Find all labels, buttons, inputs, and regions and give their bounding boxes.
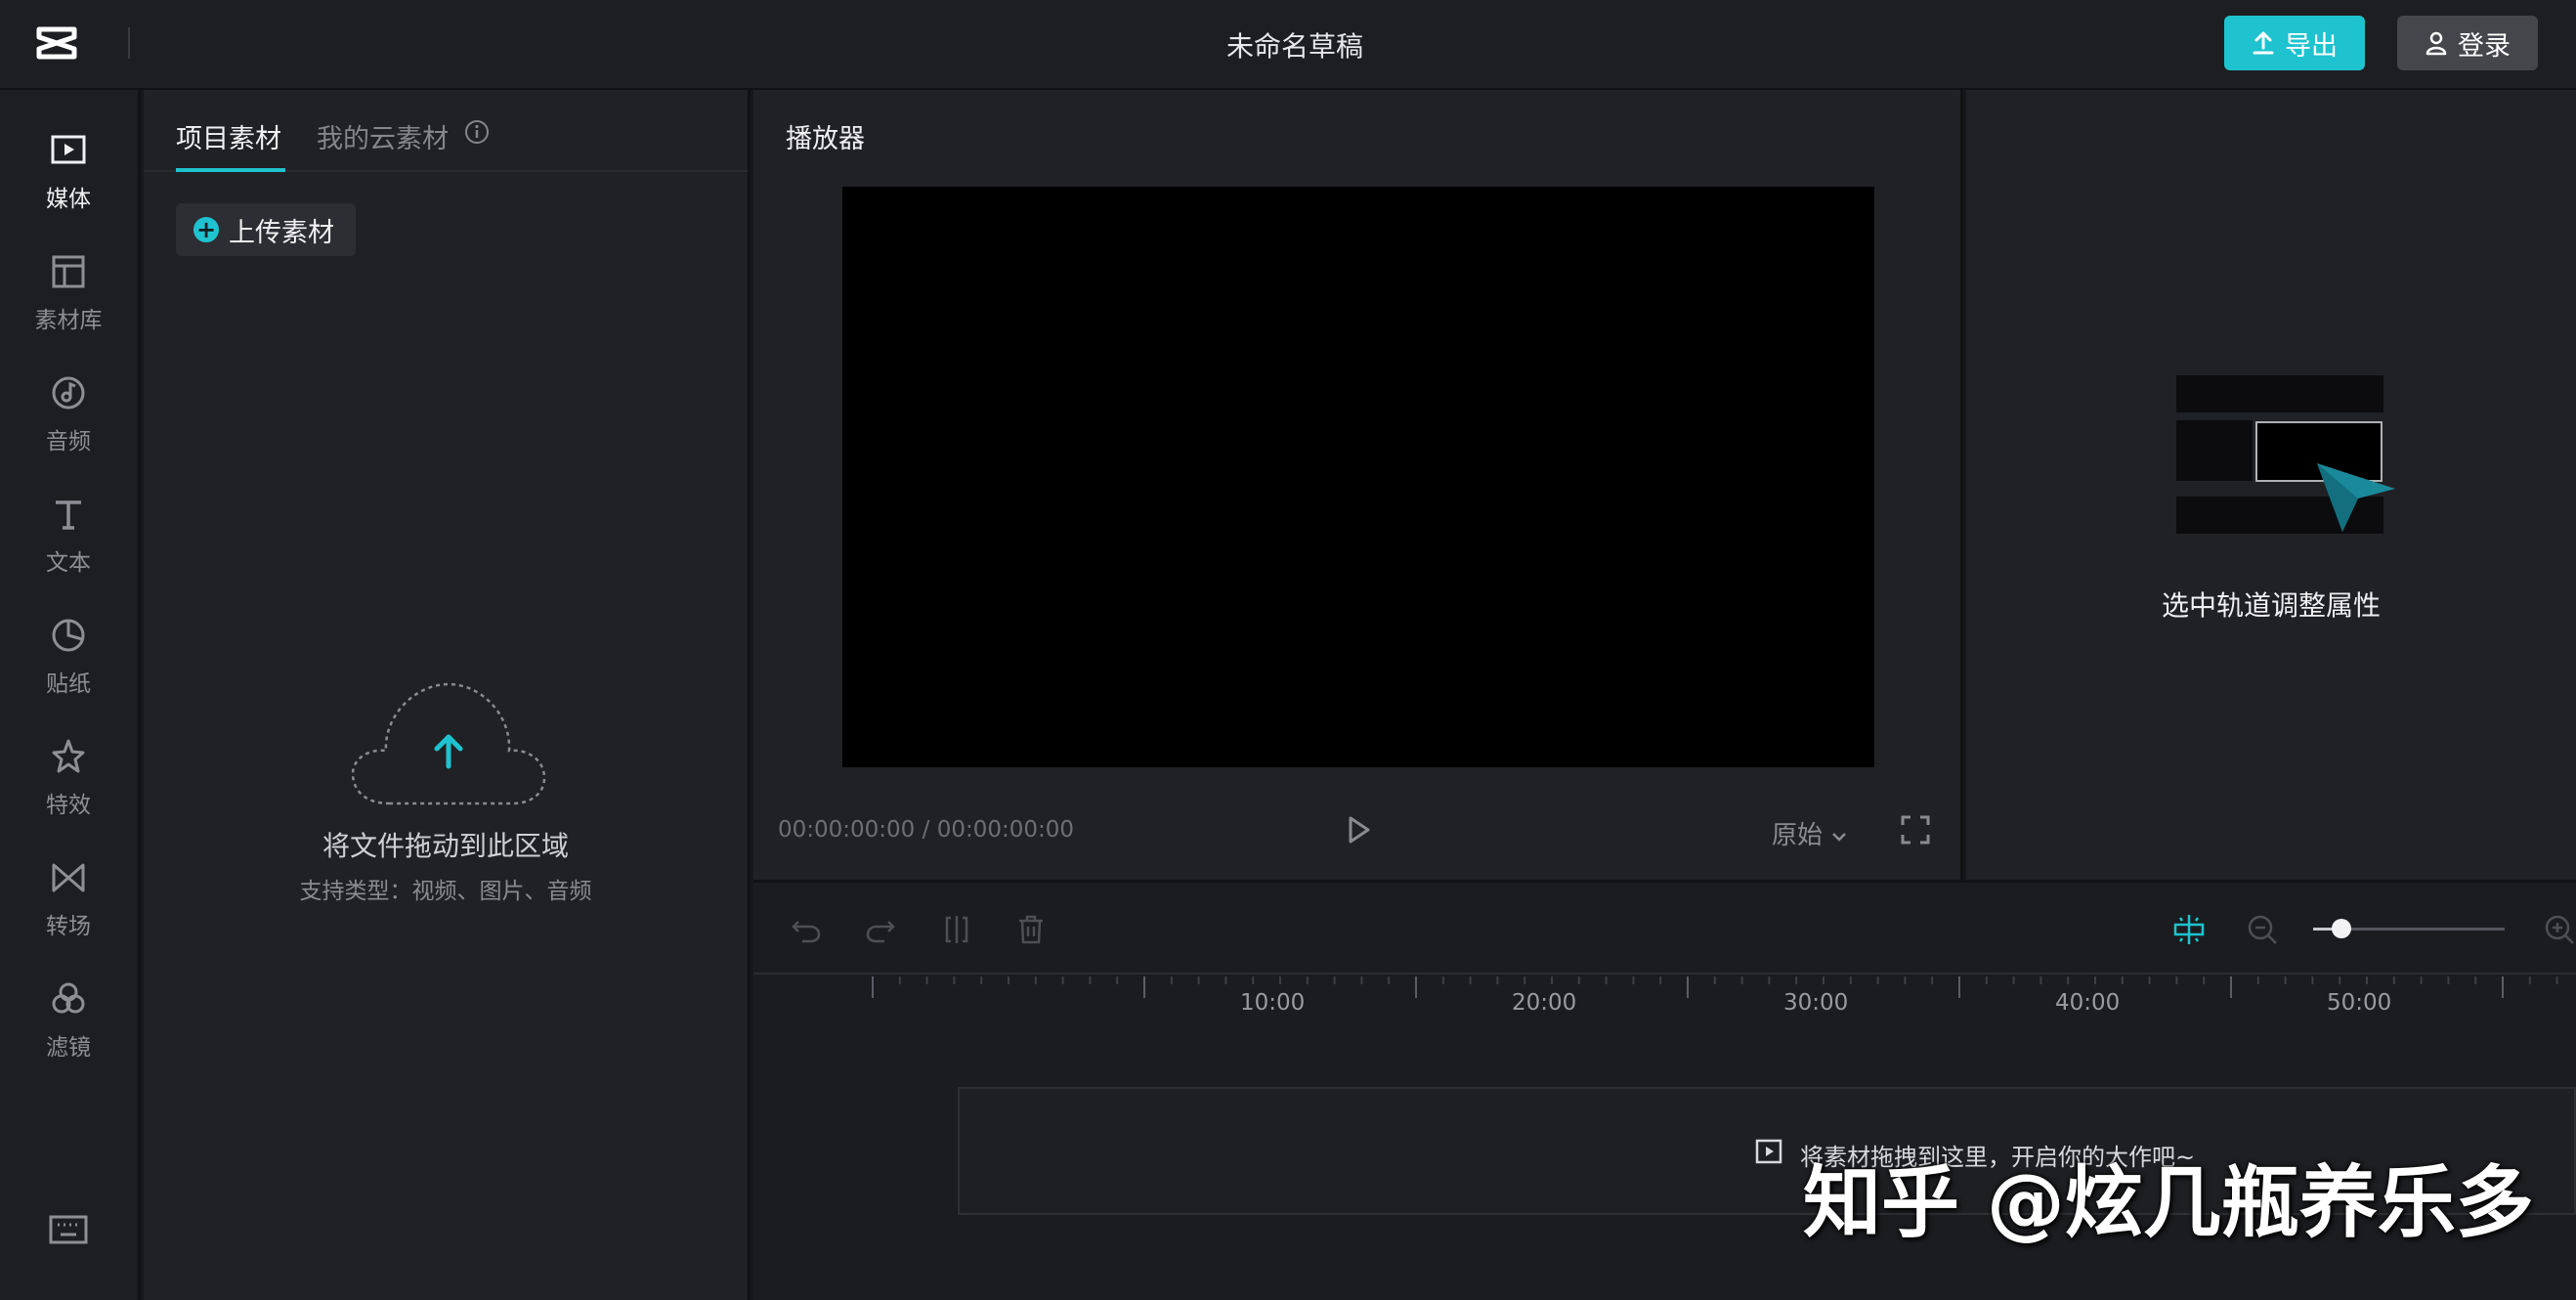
timeline-toolbar	[753, 883, 2576, 975]
logo-divider	[128, 27, 130, 59]
sidebar-item-text[interactable]: 文本	[0, 495, 137, 592]
select-track-illustration	[2176, 375, 2395, 534]
zoom-slider-handle[interactable]	[2332, 919, 2352, 938]
transition-icon	[52, 863, 85, 892]
keyboard-icon[interactable]	[49, 1214, 88, 1245]
tab-cloud-assets[interactable]: 我的云素材	[317, 117, 449, 155]
delete-icon[interactable]	[1013, 912, 1049, 947]
properties-panel: 选中轨道调整属性	[1966, 90, 2576, 880]
sidebar-item-label: 特效	[46, 793, 91, 818]
tab-project-assets[interactable]: 项目素材	[176, 117, 281, 155]
timeline-ruler[interactable]	[753, 976, 2576, 1016]
cloud-upload-icon[interactable]	[351, 676, 546, 807]
library-icon	[52, 255, 85, 288]
current-time: 00:00:00:00	[778, 817, 916, 843]
media-tabs: 项目素材 我的云素材	[144, 90, 748, 172]
timecode: 00:00:00:00 / 00:00:00:00	[778, 817, 1074, 843]
user-icon	[2426, 31, 2447, 56]
sidebar-item-label: 滤镜	[46, 1035, 91, 1061]
plus-icon: +	[193, 217, 219, 242]
media-icon	[51, 135, 86, 164]
app-logo-icon[interactable]	[35, 23, 82, 63]
drop-area-subtitle: 支持类型：视频、图片、音频	[299, 879, 592, 904]
ruler-label: 30:00	[1783, 990, 1849, 1016]
video-preview[interactable]	[842, 187, 1874, 767]
export-label: 导出	[2285, 30, 2338, 62]
media-icon	[1755, 1139, 1782, 1164]
player-title: 播放器	[786, 124, 865, 154]
sidebar-item-effects[interactable]: 特效	[0, 737, 137, 835]
aspect-ratio-select[interactable]: 原始	[1772, 815, 1848, 851]
ruler-label: 20:00	[1512, 990, 1577, 1016]
media-panel: 项目素材 我的云素材 + 上传素材 将文件拖动到此区域 支持类型：视频、图片、音…	[144, 90, 751, 1300]
redo-icon[interactable]	[863, 912, 898, 947]
drop-area-title: 将文件拖动到此区域	[322, 830, 569, 862]
sidebar-item-label: 媒体	[46, 187, 91, 212]
text-icon	[56, 500, 81, 530]
sidebar-item-audio[interactable]: 音频	[0, 373, 137, 471]
top-bar: 未命名草稿 导出 登录	[0, 0, 2576, 90]
sidebar-item-label: 转场	[46, 914, 91, 939]
effects-icon	[52, 739, 85, 773]
audio-icon	[52, 376, 85, 410]
sidebar-item-library[interactable]: 素材库	[0, 252, 137, 350]
ruler-label: 10:00	[1240, 990, 1306, 1016]
ruler-label: 50:00	[2327, 990, 2392, 1016]
ruler-label: 40:00	[2055, 990, 2121, 1016]
login-button[interactable]: 登录	[2397, 16, 2538, 70]
upload-arrow-icon	[2253, 31, 2274, 55]
active-tab-indicator	[176, 168, 285, 172]
login-label: 登录	[2458, 30, 2511, 62]
zoom-out-icon[interactable]	[2245, 912, 2280, 947]
chevron-down-icon	[1832, 833, 1847, 842]
sticker-icon	[52, 619, 85, 652]
play-icon[interactable]	[1343, 813, 1374, 846]
total-time: 00:00:00:00	[936, 817, 1075, 843]
info-icon[interactable]	[464, 119, 490, 145]
fullscreen-icon[interactable]	[1900, 814, 1931, 845]
sidebar-item-label: 素材库	[34, 308, 103, 333]
export-button[interactable]: 导出	[2224, 16, 2365, 70]
upload-media-button[interactable]: + 上传素材	[176, 203, 356, 256]
ratio-label: 原始	[1772, 821, 1824, 850]
filter-icon	[52, 982, 85, 1014]
project-title[interactable]: 未命名草稿	[1134, 25, 1456, 65]
sidebar-item-media[interactable]: 媒体	[0, 131, 137, 229]
magnet-snap-icon[interactable]	[2171, 912, 2207, 947]
split-icon[interactable]	[939, 912, 974, 947]
sidebar-item-filter[interactable]: 滤镜	[0, 979, 137, 1077]
zoom-in-icon[interactable]	[2542, 912, 2576, 947]
sidebar-item-label: 音频	[46, 429, 91, 455]
player-panel: 播放器 00:00:00:00 / 00:00:00:00 原始	[753, 90, 1963, 880]
sidebar-item-transition[interactable]: 转场	[0, 858, 137, 956]
time-separator: /	[922, 817, 930, 843]
inspector-hint: 选中轨道调整属性	[2161, 589, 2381, 622]
left-sidebar: 媒体 素材库 音频 文本 贴纸 特效 转场 滤镜	[0, 90, 141, 1300]
sidebar-item-sticker[interactable]: 贴纸	[0, 616, 137, 714]
sidebar-item-label: 文本	[46, 550, 91, 576]
undo-icon[interactable]	[789, 912, 824, 947]
upload-label: 上传素材	[229, 217, 334, 248]
sidebar-item-label: 贴纸	[46, 672, 91, 697]
watermark: 知乎 @炫几瓶养乐多	[1803, 1157, 2534, 1248]
